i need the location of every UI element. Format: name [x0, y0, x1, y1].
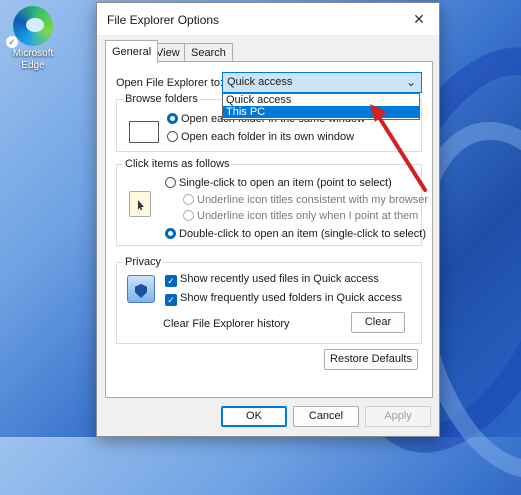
folder-window-icon	[129, 121, 159, 143]
checkbox-frequent-folders[interactable]: ✓ Show frequently used folders in Quick a…	[165, 292, 402, 306]
desktop-icon-label-line1: Microsoft	[12, 48, 54, 59]
close-icon[interactable]: ✕	[399, 3, 439, 35]
clear-history-label: Clear File Explorer history	[163, 318, 290, 330]
cancel-button[interactable]: Cancel	[293, 406, 359, 427]
checkbox-recent-files[interactable]: ✓ Show recently used files in Quick acces…	[165, 273, 379, 287]
checkbox-checked-icon: ✓	[165, 275, 177, 287]
tab-search[interactable]: Search	[184, 43, 233, 62]
open-explorer-combo[interactable]: Quick access ⌄	[222, 72, 422, 93]
radio-indicator	[167, 113, 178, 124]
radio-indicator	[183, 194, 194, 205]
privacy-group: Privacy ✓ Show recently used files in Qui…	[116, 256, 422, 344]
ok-button[interactable]: OK	[221, 406, 287, 427]
open-explorer-label: Open File Explorer to:	[116, 77, 223, 89]
dialog-title: File Explorer Options	[107, 13, 220, 27]
privacy-shield-icon	[127, 275, 155, 303]
radio-indicator	[167, 131, 178, 142]
checkbox-label: Show frequently used folders in Quick ac…	[180, 292, 402, 304]
radio-single-click[interactable]: Single-click to open an item (point to s…	[165, 177, 392, 190]
annotation-arrow-icon	[370, 104, 427, 192]
radio-indicator	[165, 228, 176, 239]
browse-folders-label: Browse folders	[123, 93, 200, 105]
click-items-label: Click items as follows	[123, 158, 232, 170]
radio-label: Underline icon titles only when I point …	[197, 210, 419, 222]
radio-indicator	[183, 210, 194, 221]
radio-underline-point[interactable]: Underline icon titles only when I point …	[183, 210, 418, 223]
radio-label: Single-click to open an item (point to s…	[179, 177, 392, 189]
privacy-label: Privacy	[123, 256, 164, 268]
combo-value: Quick access	[227, 76, 293, 88]
chevron-down-icon[interactable]: ⌄	[406, 75, 416, 89]
file-explorer-options-dialog: File Explorer Options ✕ General View Sea…	[96, 2, 440, 437]
radio-open-own-window[interactable]: Open each folder in its own window	[167, 131, 354, 144]
checkbox-checked-icon: ✓	[165, 294, 177, 306]
pointer-click-icon	[129, 191, 151, 217]
checkmark-icon: ✓	[6, 36, 18, 48]
apply-button[interactable]: Apply	[365, 406, 431, 427]
edge-logo-icon	[13, 6, 53, 46]
desktop-icon-label-line2: Edge	[21, 60, 45, 71]
radio-label: Open each folder in its own window	[181, 131, 355, 143]
checkbox-label: Show recently used files in Quick access	[180, 273, 379, 285]
restore-defaults-button[interactable]: Restore Defaults	[324, 349, 418, 370]
radio-double-click[interactable]: Double-click to open an item (single-cli…	[165, 228, 426, 241]
desktop-icon-edge[interactable]: ✓ Microsoft Edge	[4, 6, 62, 72]
clear-history-button[interactable]: Clear	[351, 312, 405, 333]
radio-indicator	[165, 177, 176, 188]
radio-label: Double-click to open an item (single-cli…	[179, 228, 426, 240]
tab-general[interactable]: General	[105, 40, 159, 63]
titlebar: File Explorer Options ✕	[97, 3, 439, 35]
